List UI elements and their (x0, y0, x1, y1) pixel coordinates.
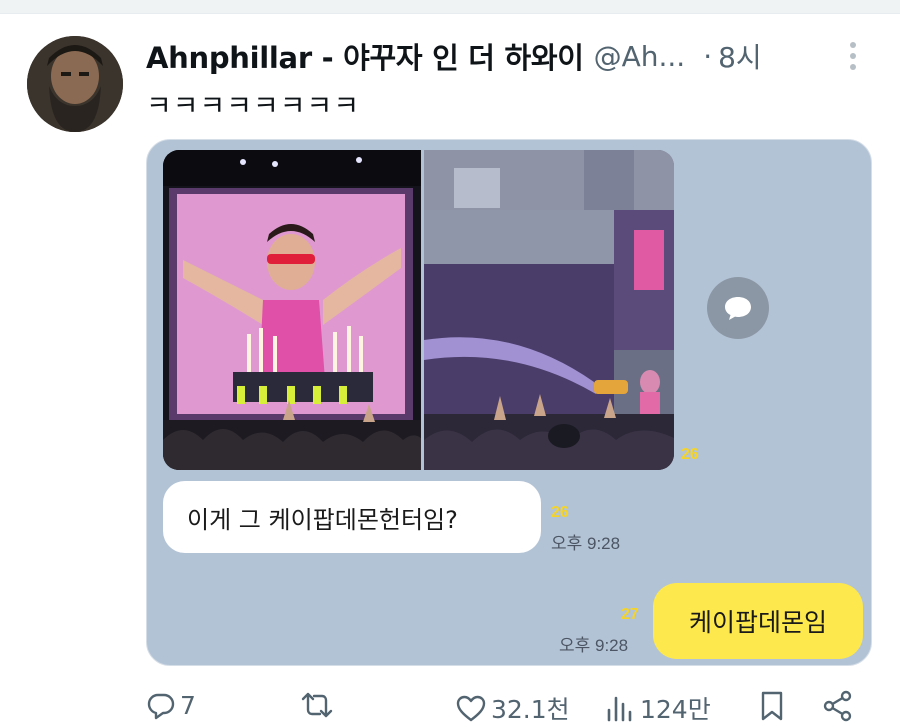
chat-share-icon[interactable] (707, 277, 769, 339)
separator-dot: · (703, 39, 713, 73)
views-icon (607, 696, 632, 722)
tweet-text: ㅋㅋㅋㅋㅋㅋㅋㅋ (146, 89, 361, 122)
more-vertical-icon[interactable] (838, 38, 868, 74)
views-button[interactable]: 124만 (604, 690, 711, 726)
received-unread-count: 26 (551, 504, 569, 521)
retweet-button[interactable] (300, 690, 338, 720)
view-count: 124만 (640, 695, 711, 724)
reply-count: 7 (180, 690, 196, 720)
photo-unread-count: 26 (681, 446, 699, 463)
sent-unread-count: 27 (621, 606, 639, 623)
avatar-image (27, 36, 123, 132)
reply-icon (147, 693, 175, 720)
share-button[interactable] (822, 690, 854, 722)
tweet-action-bar: 7 32.1천 124만 (0, 686, 900, 727)
bookmark-button[interactable] (758, 690, 786, 722)
avatar[interactable] (27, 36, 123, 132)
heart-icon (456, 695, 486, 722)
top-divider (0, 0, 900, 14)
sent-timestamp: 오후 9:28 (559, 636, 629, 655)
sent-message-bubble[interactable]: 케이팝데몬임 (653, 583, 863, 659)
like-count: 32.1천 (491, 695, 570, 724)
reply-button[interactable]: 7 (146, 690, 196, 720)
tweet-time[interactable]: 8시 (718, 36, 762, 76)
received-message-bubble[interactable]: 이게 그 케이팝데몬헌터임? (163, 481, 541, 553)
received-timestamp: 오후 9:28 (551, 534, 621, 553)
bookmark-icon (761, 691, 783, 721)
tweet-header: Ahnphillar - 야꾸자 인 더 하와이 @Ah... · 8시 (146, 36, 886, 76)
user-handle[interactable]: @Ah... (594, 40, 686, 73)
retweet-icon (301, 692, 333, 718)
chat-screenshot[interactable]: 26 이게 그 케이팝데몬헌터임? 26 오후 9:28 27 오후 9:28 … (146, 139, 872, 666)
concert-photo-left[interactable] (163, 150, 421, 470)
display-name[interactable]: Ahnphillar - 야꾸자 인 더 하와이 (146, 35, 584, 77)
like-button[interactable]: 32.1천 (455, 690, 570, 726)
concert-photo-right[interactable] (424, 150, 674, 470)
share-icon (823, 690, 852, 722)
